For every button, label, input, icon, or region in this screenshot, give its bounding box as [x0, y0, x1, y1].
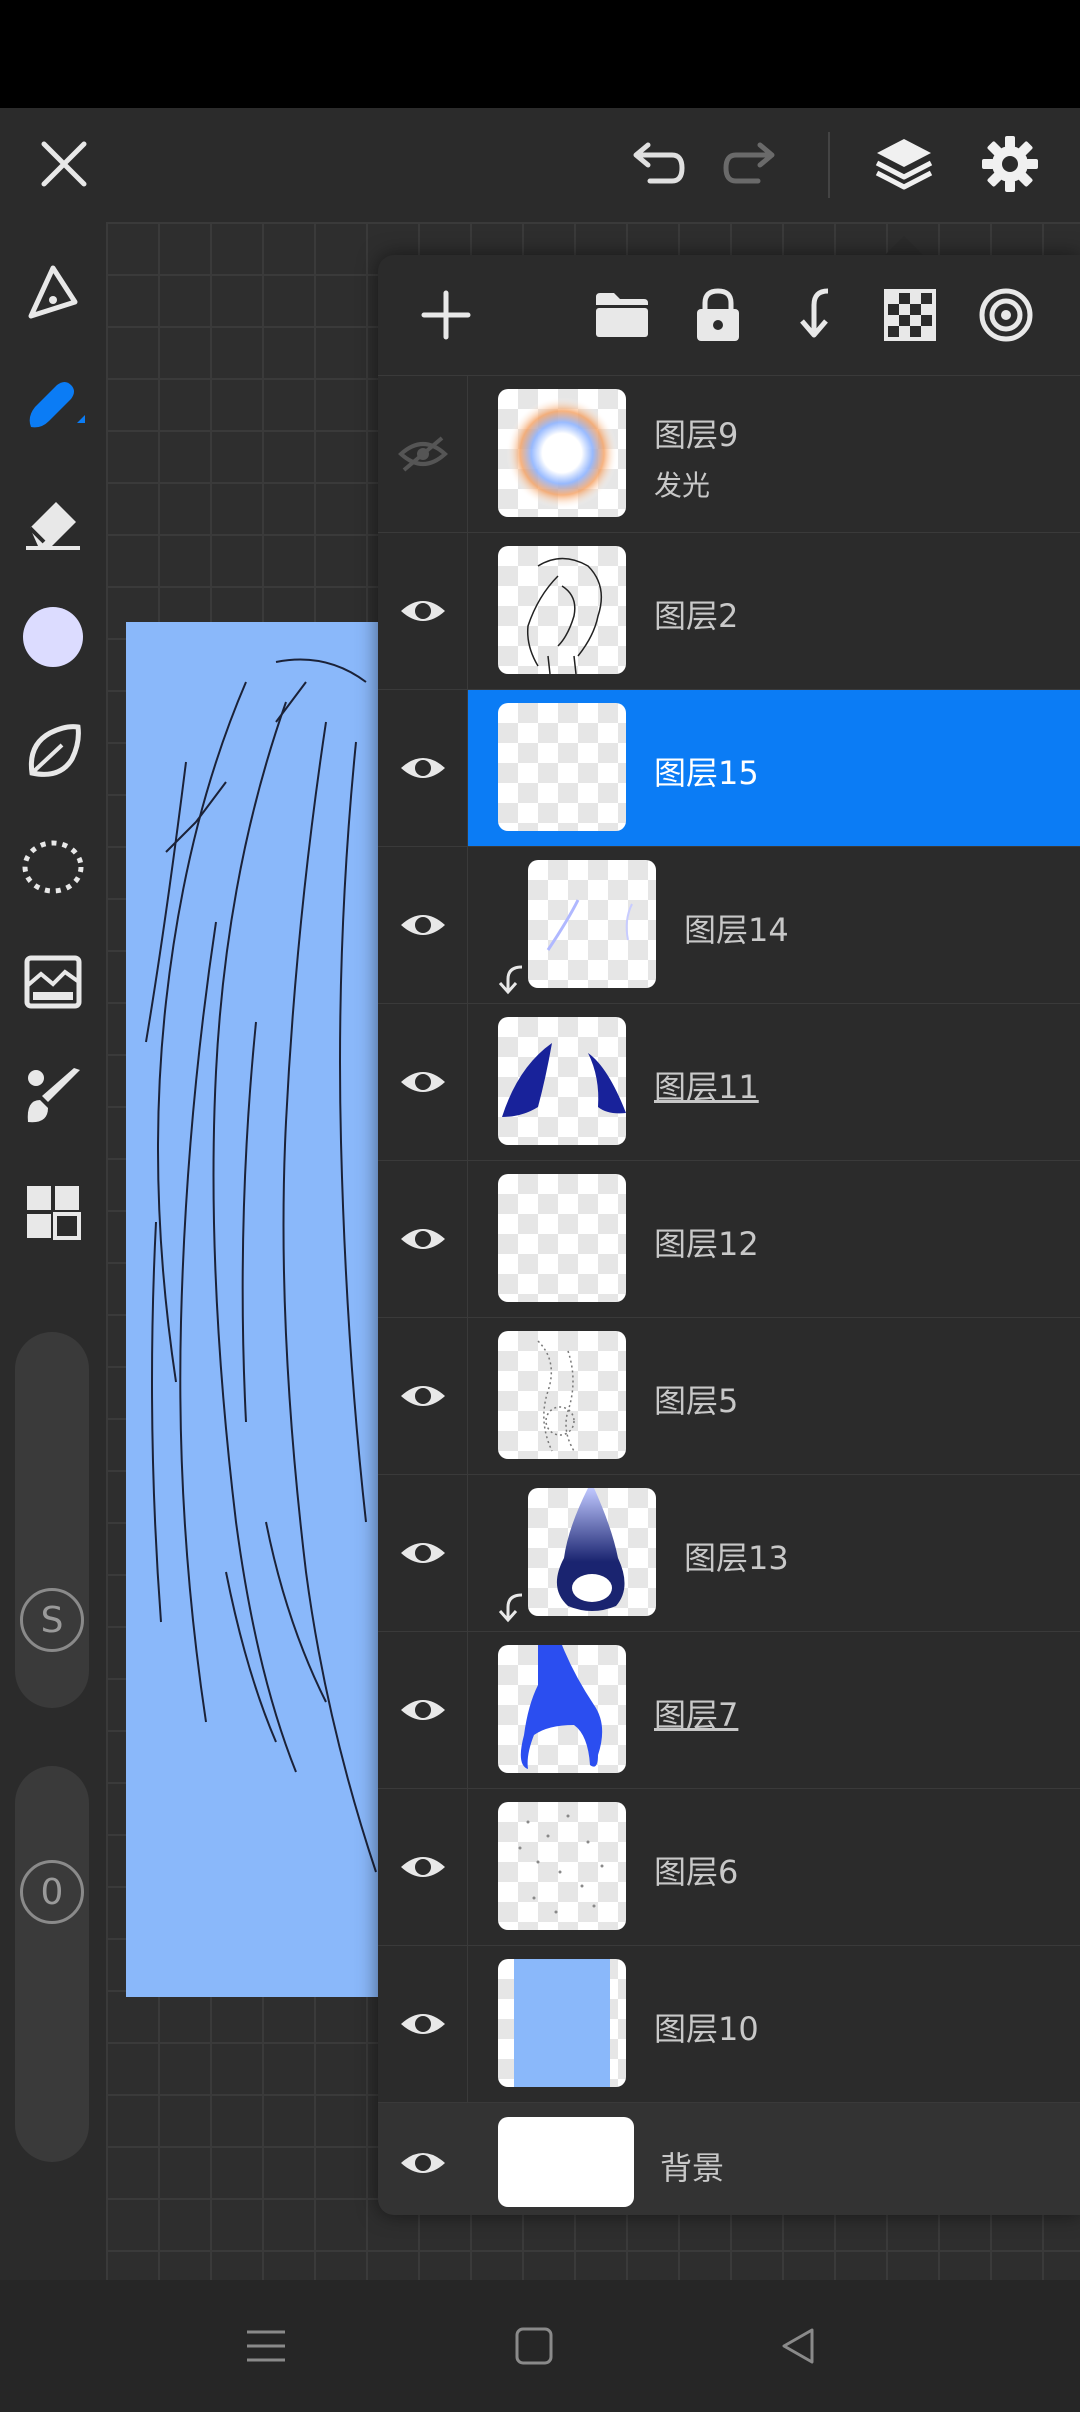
undo-icon[interactable]	[620, 130, 692, 202]
layer-thumbnail	[498, 1174, 626, 1302]
layer-row[interactable]: 图层2	[378, 532, 1080, 689]
visibility-toggle[interactable]	[378, 1789, 468, 1945]
layer-thumbnail	[498, 1017, 626, 1145]
layer-row-selected[interactable]: 图层15	[378, 689, 1080, 846]
layer-row[interactable]: 图层13	[378, 1474, 1080, 1631]
layer-row[interactable]: 图层12	[378, 1160, 1080, 1317]
layer-name: 图层9	[654, 416, 739, 454]
layer-row[interactable]: 图层7	[378, 1631, 1080, 1788]
layer-list: 图层9 发光 图层2 图层15 图层14 图层11 图层12 图层5 图层13 …	[378, 375, 1080, 2215]
layers-icon[interactable]	[866, 126, 942, 202]
grid-icon[interactable]	[18, 1177, 88, 1247]
artboard[interactable]	[126, 622, 386, 1997]
layer-name: 图层12	[654, 1225, 759, 1263]
checker-icon[interactable]	[876, 281, 944, 349]
layer-name: 背景	[660, 2149, 725, 2187]
layer-row[interactable]: 图层9 发光	[378, 375, 1080, 532]
filter-icon[interactable]	[18, 947, 88, 1017]
layer-row[interactable]: 图层11	[378, 1003, 1080, 1160]
add-layer-icon[interactable]	[412, 281, 480, 349]
brush-icon[interactable]	[18, 372, 88, 442]
blend-mode-icon[interactable]	[972, 281, 1040, 349]
layer-name: 图层7	[654, 1696, 739, 1734]
visibility-toggle[interactable]	[378, 1475, 468, 1631]
visibility-toggle[interactable]	[378, 1946, 468, 2102]
layer-thumbnail	[528, 860, 656, 988]
layer-name: 图层15	[654, 754, 759, 792]
left-toolbar: S 0	[0, 222, 106, 2280]
layer-thumbnail	[498, 1645, 626, 1773]
clipping-mask-icon	[496, 1593, 526, 1623]
settings-icon[interactable]	[972, 126, 1048, 202]
visibility-toggle[interactable]	[378, 376, 468, 532]
opacity-slider[interactable]: 0	[15, 1766, 89, 2162]
layer-name: 图层14	[684, 911, 789, 949]
layer-thumbnail	[498, 546, 626, 674]
layer-thumbnail	[498, 1959, 626, 2087]
brush-size-knob[interactable]: S	[20, 1588, 84, 1652]
status-bar	[0, 0, 1080, 108]
home-icon[interactable]	[504, 2316, 564, 2376]
divider	[828, 132, 830, 198]
back-icon[interactable]	[768, 2316, 828, 2376]
visibility-toggle[interactable]	[378, 533, 468, 689]
brush-size-slider[interactable]: S	[15, 1332, 89, 1708]
layer-panel: 图层9 发光 图层2 图层15 图层14 图层11 图层12 图层5 图层13 …	[378, 255, 1080, 2215]
layer-panel-toolbar	[378, 255, 1080, 375]
close-icon[interactable]	[28, 128, 100, 200]
visibility-toggle[interactable]	[378, 1632, 468, 1788]
top-bar	[0, 108, 1080, 222]
clipping-mask-icon	[496, 965, 526, 995]
layer-name: 图层5	[654, 1382, 739, 1420]
layer-name: 图层6	[654, 1853, 739, 1891]
layer-row[interactable]: 图层6	[378, 1788, 1080, 1945]
layer-thumbnail	[498, 703, 626, 831]
pen-icon[interactable]	[18, 257, 88, 327]
layer-row-background[interactable]: 背景	[378, 2102, 1080, 2215]
visibility-toggle[interactable]	[378, 690, 468, 846]
layer-row[interactable]: 图层5	[378, 1317, 1080, 1474]
panel-notch	[884, 236, 924, 256]
lock-icon[interactable]	[684, 281, 752, 349]
redo-icon[interactable]	[716, 130, 788, 202]
layer-blend-label: 发光	[654, 469, 711, 502]
layer-row[interactable]: 图层10	[378, 1945, 1080, 2102]
visibility-toggle[interactable]	[378, 1161, 468, 1317]
folder-icon[interactable]	[588, 281, 656, 349]
navigation-bar	[0, 2280, 1080, 2412]
layer-thumbnail	[498, 389, 626, 517]
layer-name: 图层13	[684, 1539, 789, 1577]
merge-down-icon[interactable]	[780, 281, 848, 349]
opacity-knob[interactable]: 0	[20, 1860, 84, 1924]
visibility-toggle[interactable]	[378, 1004, 468, 1160]
visibility-toggle[interactable]	[378, 2103, 468, 2215]
layer-thumbnail	[528, 1488, 656, 1616]
visibility-toggle[interactable]	[378, 1318, 468, 1474]
paint-brush-icon[interactable]	[18, 1062, 88, 1132]
lasso-icon[interactable]	[18, 832, 88, 902]
layer-thumbnail	[498, 1331, 626, 1459]
layer-name: 图层10	[654, 2010, 759, 2048]
color-swatch[interactable]	[18, 602, 88, 672]
layer-name: 图层11	[654, 1068, 759, 1106]
layer-name: 图层2	[654, 597, 739, 635]
smudge-icon[interactable]	[18, 717, 88, 787]
menu-icon[interactable]	[236, 2316, 296, 2376]
visibility-toggle[interactable]	[378, 847, 468, 1003]
layer-thumbnail	[498, 2117, 634, 2207]
eraser-icon[interactable]	[18, 487, 88, 557]
layer-thumbnail	[498, 1802, 626, 1930]
layer-row[interactable]: 图层14	[378, 846, 1080, 1003]
